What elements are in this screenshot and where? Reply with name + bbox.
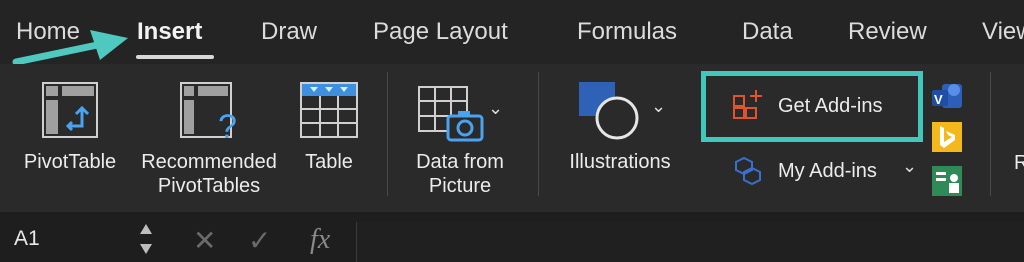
tab-draw[interactable]: Draw (261, 18, 317, 46)
ribbon-divider (538, 72, 539, 196)
name-box-stepper-icon[interactable] (138, 222, 154, 256)
my-addins-button[interactable]: My Add-ins ⌄ (730, 150, 920, 190)
recommended-pivottables-icon: ? (180, 82, 237, 142)
table-label: Table (305, 151, 353, 173)
data-from-picture-icon (418, 86, 484, 142)
chevron-down-icon[interactable]: ⌄ (902, 156, 917, 177)
svg-text:?: ? (218, 108, 237, 142)
chevron-down-icon[interactable]: ⌄ (488, 96, 503, 120)
get-addins-label: Get Add-ins (778, 95, 883, 117)
ribbon-divider (990, 72, 991, 196)
pivottable-label: PivotTable (23, 151, 117, 173)
visio-icon[interactable]: V (930, 80, 964, 112)
data-from-picture-button[interactable]: ⌄ Data from Picture (400, 78, 520, 200)
tab-view[interactable]: View (982, 18, 1024, 46)
data-from-label-line1: Data from (416, 151, 504, 173)
active-tab-indicator (136, 55, 214, 59)
formula-input[interactable] (356, 222, 1024, 262)
tab-page-layout[interactable]: Page Layout (373, 18, 508, 46)
pivottable-button[interactable]: PivotTable (10, 78, 130, 188)
get-addins-button[interactable]: Get Add-ins (710, 80, 916, 134)
table-icon (300, 82, 358, 138)
people-graph-icon[interactable] (930, 164, 964, 198)
bing-icon[interactable] (930, 120, 964, 154)
cut-off-button-label[interactable]: R (1014, 152, 1024, 175)
table-button[interactable]: Table (292, 78, 366, 188)
pivottable-icon (42, 82, 98, 138)
tab-data[interactable]: Data (742, 18, 793, 46)
insert-function-icon[interactable]: fx (310, 224, 330, 256)
recommended-pivottables-button[interactable]: ? Recommended PivotTables (132, 78, 286, 200)
recommended-label-line1: Recommended (141, 151, 277, 173)
cell-reference: A1 (14, 227, 40, 250)
my-addins-icon (735, 156, 761, 186)
tab-formulas[interactable]: Formulas (577, 18, 677, 46)
illustrations-button[interactable]: ⌄ Illustrations (555, 78, 685, 188)
svg-text:V: V (934, 92, 943, 107)
tab-insert[interactable]: Insert (137, 18, 202, 46)
data-from-label-line2: Picture (428, 175, 492, 197)
tab-review[interactable]: Review (848, 18, 927, 46)
chevron-down-icon[interactable]: ⌄ (651, 94, 666, 118)
recommended-label-line2: PivotTables (157, 175, 261, 197)
cancel-icon[interactable]: ✕ (193, 224, 216, 257)
ribbon-divider (387, 72, 388, 196)
illustrations-icon (579, 82, 639, 140)
store-addins-icon (733, 90, 762, 119)
ribbon-tab-bar: Home Insert Draw Page Layout Formulas Da… (0, 0, 1024, 66)
my-addins-label: My Add-ins (778, 160, 877, 182)
name-box[interactable]: A1 (0, 214, 164, 262)
illustrations-label: Illustrations (569, 151, 671, 173)
confirm-icon[interactable]: ✓ (248, 224, 271, 257)
